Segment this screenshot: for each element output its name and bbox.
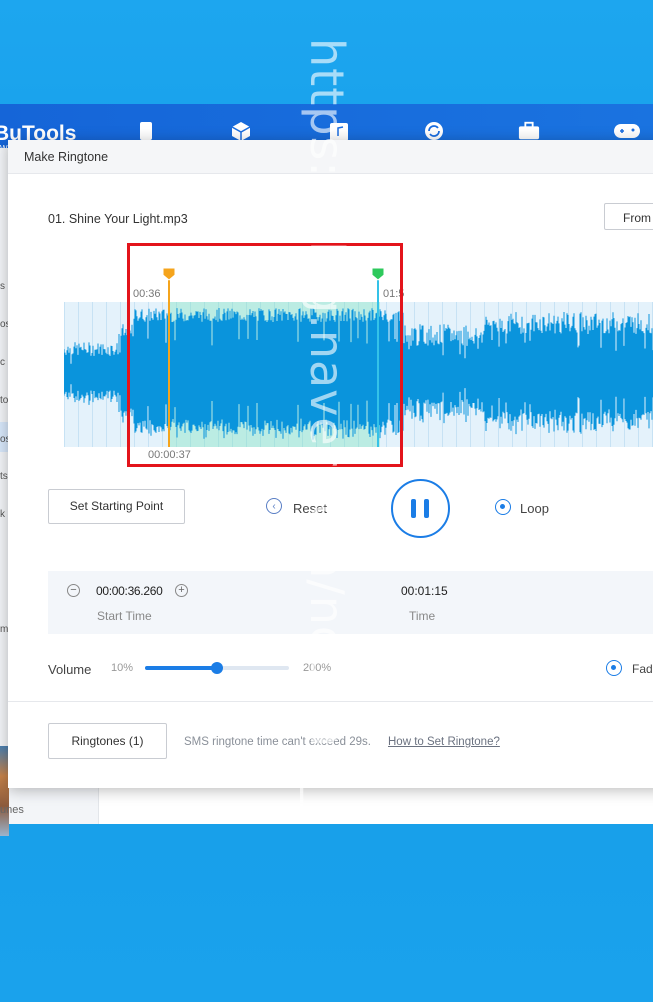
volume-max: 200% (303, 662, 332, 674)
increase-start-time-button[interactable]: + (175, 584, 188, 597)
phone-icon[interactable] (135, 120, 157, 142)
pause-button[interactable] (391, 479, 450, 538)
volume-slider-thumb[interactable] (211, 662, 223, 674)
volume-slider[interactable] (145, 662, 289, 674)
pause-icon (411, 499, 416, 518)
pause-icon (424, 499, 429, 518)
from-button[interactable]: From (604, 203, 653, 230)
set-starting-point-button[interactable]: Set Starting Point (48, 489, 185, 524)
dialog-title: Make Ringtone (24, 150, 109, 164)
footer-divider (8, 701, 653, 702)
loop-label[interactable]: Loop (520, 501, 549, 516)
time-label: Time (409, 609, 436, 623)
reset-button[interactable]: Reset (293, 501, 327, 516)
reset-icon[interactable]: ‹ (266, 498, 282, 514)
itunes-label[interactable]: unes (0, 804, 24, 816)
sidebar-item[interactable]: k (0, 509, 5, 520)
start-time-label: Start Time (97, 609, 152, 623)
volume-slider-fill (145, 666, 217, 670)
sidebar-item[interactable]: ts (0, 471, 8, 482)
gamepad-icon[interactable] (613, 120, 641, 142)
time-value: 00:01:15 (401, 584, 448, 598)
volume-min: 10% (111, 662, 134, 674)
volume-label: Volume (48, 662, 92, 677)
sms-note: SMS ringtone time can't exceed 29s. (184, 736, 371, 748)
highlight-box (127, 243, 403, 467)
how-to-set-ringtone-link[interactable]: How to Set Ringtone? (388, 736, 500, 748)
file-name: 01. Shine Your Light.mp3 (48, 212, 188, 226)
loop-radio[interactable] (495, 499, 511, 515)
sync-icon[interactable] (423, 120, 445, 142)
start-time-value[interactable]: 00:00:36.260 (96, 584, 163, 598)
fade-label[interactable]: Fad (632, 662, 653, 676)
ringtones-button[interactable]: Ringtones (1) (48, 723, 167, 759)
decrease-start-time-button[interactable]: − (67, 584, 80, 597)
cube-icon[interactable] (230, 120, 252, 142)
music-icon[interactable] (328, 120, 350, 142)
dialog-titlebar: Make Ringtone (8, 140, 653, 174)
time-panel: − 00:00:36.260 + Start Time 00:01:15 Tim… (48, 571, 653, 634)
sidebar-item[interactable]: s (0, 281, 5, 292)
sidebar-item[interactable]: c (0, 357, 5, 368)
toolbox-icon[interactable] (518, 120, 540, 142)
fade-radio[interactable] (606, 660, 622, 676)
